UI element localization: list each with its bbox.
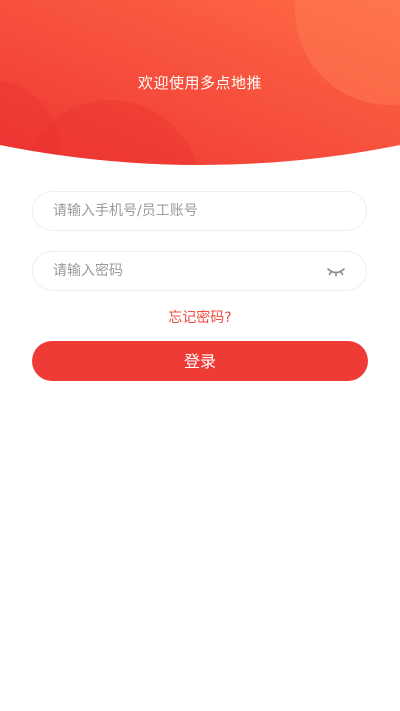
header-banner: 欢迎使用多点地推 xyxy=(0,0,400,175)
eye-closed-icon[interactable] xyxy=(326,263,346,279)
welcome-title: 欢迎使用多点地推 xyxy=(137,74,262,92)
password-input[interactable] xyxy=(53,252,313,290)
forgot-password-link[interactable]: 忘记密码? xyxy=(0,307,400,327)
login-button[interactable]: 登录 xyxy=(32,341,368,381)
password-field[interactable] xyxy=(32,251,367,291)
login-page: 欢迎使用多点地推 忘记密码? 登录 xyxy=(0,0,400,711)
account-input[interactable] xyxy=(53,192,313,230)
account-field[interactable] xyxy=(32,191,367,231)
